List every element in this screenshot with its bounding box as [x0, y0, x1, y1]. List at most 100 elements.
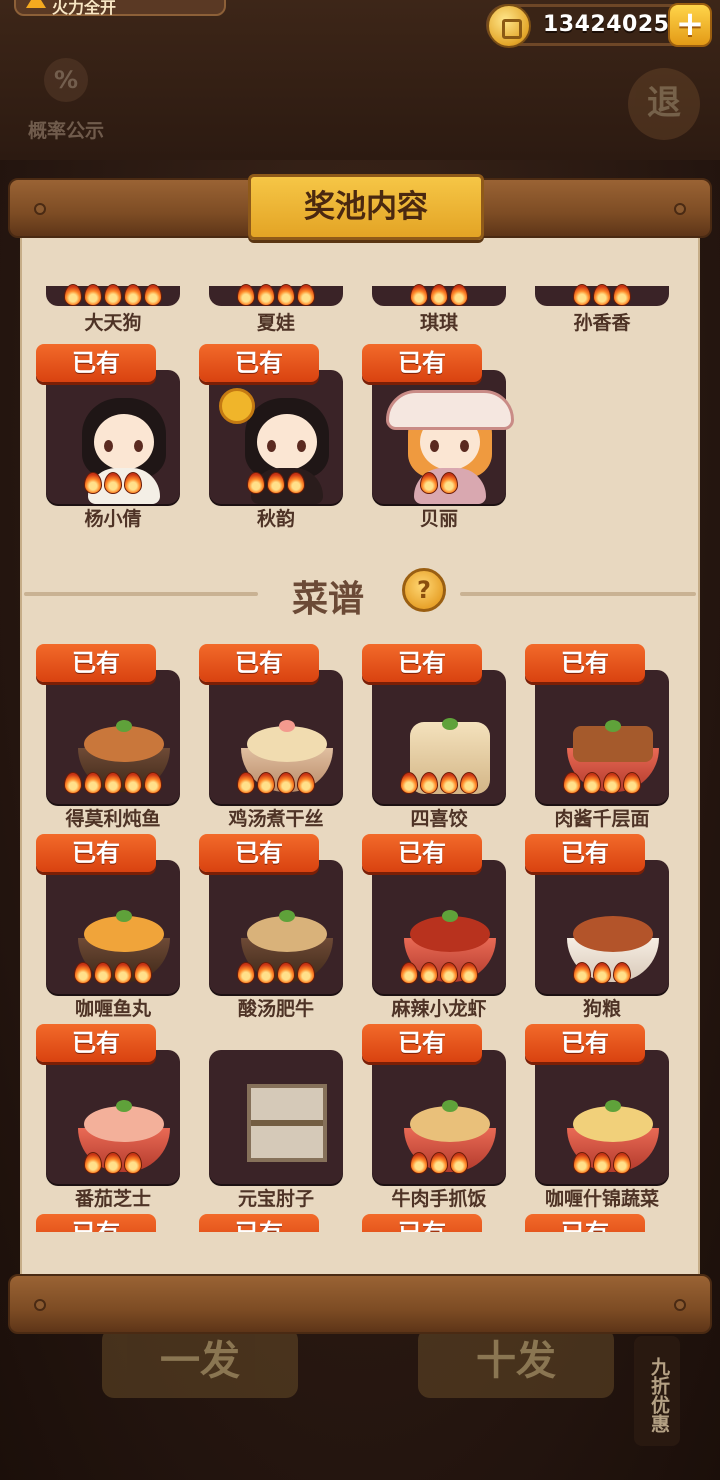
owned-badge: 已有 [36, 1214, 156, 1232]
recipe-name: 四喜饺 [410, 808, 468, 830]
owned-badge: 已有 [362, 1024, 482, 1062]
ten-draw-button[interactable]: 十发 [418, 1328, 614, 1398]
recipe-name: 牛肉手抓饭 [391, 1188, 487, 1210]
panel-title: 奖池内容 [248, 174, 484, 240]
character-cell[interactable]: 已有 杨小倩 [20, 344, 183, 534]
owned-badge: 已有 [36, 644, 156, 682]
nail-icon [34, 203, 46, 215]
star-rating [209, 962, 343, 988]
recipes-divider: 菜谱 ? [20, 568, 700, 620]
star-rating [46, 1152, 180, 1178]
star-rating [372, 472, 506, 498]
owned-badge: 已有 [525, 644, 645, 682]
star-rating [535, 772, 669, 798]
recipe-cell[interactable]: 已有 麻辣小龙虾 [346, 834, 509, 1024]
star-rating [372, 962, 506, 988]
exit-button[interactable]: 退 [628, 68, 700, 140]
character-card-partial[interactable] [209, 284, 343, 306]
recipe-name: 酸汤肥牛 [237, 998, 314, 1020]
discount-badge: 九折优惠 [634, 1336, 680, 1446]
owned-badge: 已有 [36, 834, 156, 872]
star-rating [535, 284, 669, 310]
recipe-cell[interactable]: 已有 酸汤肥牛 [183, 834, 346, 1024]
recipe-cell[interactable]: 已有 狗粮 [509, 834, 672, 1024]
star-rating [46, 772, 180, 798]
recipe-cell[interactable]: 已有 牛肉手抓饭 [346, 1024, 509, 1214]
locked-recipe-scroll-icon [247, 1084, 327, 1162]
recipe-name: 咖喱鱼丸 [74, 998, 151, 1020]
star-rating [46, 284, 180, 310]
star-rating [46, 962, 180, 988]
owned-badge: 已有 [525, 1024, 645, 1062]
recipe-cell[interactable]: 已有 四喜饺 [346, 644, 509, 834]
recipe-cell[interactable]: 已有 咖喱什锦蔬菜 [509, 1024, 672, 1214]
recipe-cell[interactable]: 已有 肉酱千层面 [509, 644, 672, 834]
star-rating [209, 284, 343, 310]
nail-icon [34, 1299, 46, 1311]
top-left-tab: 火力全开 [14, 0, 226, 17]
owned-badge: 已有 [525, 834, 645, 872]
owned-badge: 已有 [362, 834, 482, 872]
recipe-cell[interactable]: 已有 [20, 1214, 183, 1232]
owned-badge: 已有 [36, 1024, 156, 1062]
owned-badge: 已有 [362, 1214, 482, 1232]
owned-badge: 已有 [362, 644, 482, 682]
recipe-card[interactable] [209, 1050, 343, 1184]
character-name: 孙香香 [573, 312, 631, 334]
nail-icon [674, 203, 686, 215]
star-rating [209, 772, 343, 798]
character-name: 夏娃 [256, 312, 295, 334]
owned-badge: 已有 [362, 344, 482, 382]
recipe-name: 得莫利炖鱼 [65, 808, 161, 830]
character-card-partial[interactable] [535, 284, 669, 306]
recipe-name: 狗粮 [582, 998, 621, 1020]
recipe-cell[interactable]: 已有 鸡汤煮干丝 [183, 644, 346, 834]
bonnet-icon [386, 390, 514, 430]
percent-icon: % [44, 58, 88, 102]
owned-badge: 已有 [525, 1214, 645, 1232]
probability-button[interactable]: % 概率公示 [18, 58, 114, 148]
nail-icon [674, 1299, 686, 1311]
star-rating [209, 472, 343, 498]
section-title: 菜谱 [292, 579, 365, 620]
star-rating [535, 1152, 669, 1178]
recipe-name: 元宝肘子 [237, 1188, 314, 1210]
character-card-partial[interactable] [46, 284, 180, 306]
help-icon[interactable]: ? [402, 568, 446, 612]
gacha-screen: { "header": { "top_left_label": "火力全开", … [0, 0, 720, 1480]
character-card-partial[interactable] [372, 284, 506, 306]
recipe-cell[interactable]: 已有 [509, 1214, 672, 1232]
character-cell[interactable]: 已有 贝丽 [346, 344, 514, 534]
recipe-cell[interactable]: 已有 [346, 1214, 509, 1232]
star-rating [372, 284, 506, 310]
recipe-name: 麻辣小龙虾 [391, 998, 487, 1020]
coin-icon [487, 4, 531, 48]
single-draw-button[interactable]: 一发 [102, 1328, 298, 1398]
recipe-name: 咖喱什锦蔬菜 [544, 1188, 659, 1210]
character-name: 贝丽 [419, 508, 458, 530]
recipe-cell[interactable]: 元宝肘子 [183, 1024, 346, 1214]
recipe-name: 鸡汤煮干丝 [228, 808, 324, 830]
recipe-cell[interactable]: 已有 番茄芝士 [20, 1024, 183, 1214]
owned-badge: 已有 [199, 1214, 319, 1232]
owned-badge: 已有 [199, 834, 319, 872]
character-cell[interactable]: 已有 秋韵 [183, 344, 346, 534]
recipe-name: 肉酱千层面 [554, 808, 650, 830]
scroll-rod-bottom [8, 1274, 712, 1334]
recipe-cell[interactable]: 已有 得莫利炖鱼 [20, 644, 183, 834]
recipe-cell[interactable]: 已有 [183, 1214, 346, 1232]
star-rating [372, 1152, 506, 1178]
star-rating [46, 472, 180, 498]
top-left-label: 火力全开 [52, 0, 117, 17]
character-name: 大天狗 [84, 312, 142, 334]
recipe-cell[interactable]: 已有 咖喱鱼丸 [20, 834, 183, 1024]
add-coins-button[interactable]: + [668, 3, 712, 47]
star-rating [535, 962, 669, 988]
character-name: 秋韵 [256, 508, 295, 530]
owned-badge: 已有 [199, 344, 319, 382]
star-rating [372, 772, 506, 798]
owned-badge: 已有 [36, 344, 156, 382]
recipe-name: 番茄芝士 [74, 1188, 151, 1210]
prize-pool-list[interactable]: 大天狗 夏娃 琪琪 孙香香 已有 杨小倩 已有 秋韵 已有 贝丽 菜谱 ? 已有… [20, 256, 700, 1232]
probability-label: 概率公示 [27, 120, 104, 142]
